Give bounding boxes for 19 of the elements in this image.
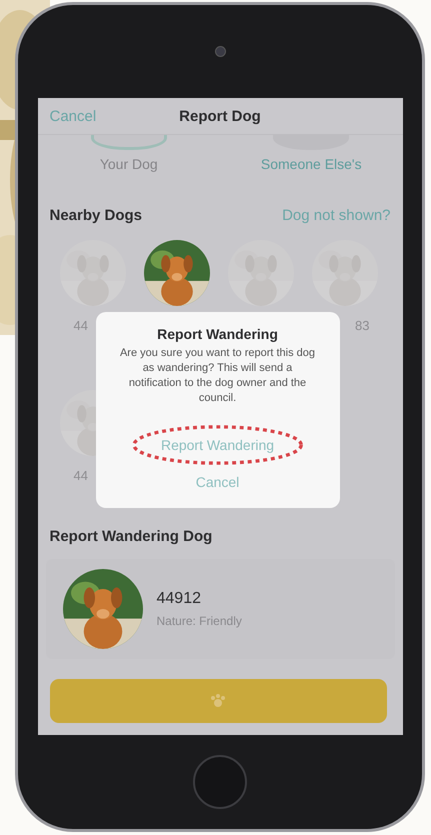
dog-number: 44 — [74, 468, 88, 483]
dialog-button[interactable]: Report Wandering — [130, 424, 304, 466]
section-title: Nearby Dogs — [50, 207, 142, 224]
dog-not-shown-link[interactable]: Dog not shown? — [282, 207, 390, 224]
dog-id: 44912 — [156, 590, 202, 608]
owner-option[interactable]: Someone Else's — [260, 156, 362, 172]
cancel-link[interactable]: Cancel — [50, 108, 96, 124]
camera-icon — [214, 46, 226, 57]
section-title: Report Wandering Dog — [50, 528, 212, 545]
dialog-title: Report Wandering — [157, 326, 278, 342]
dog-nature: Nature: Friendly — [156, 614, 242, 628]
submit-button[interactable] — [50, 679, 386, 723]
home-button[interactable] — [193, 755, 247, 809]
dialog-message: Are you sure you want to report this dog as wandering? This will send a notification to the dog owner and the council. — [118, 346, 316, 406]
owner-option[interactable]: Your Dog — [100, 156, 158, 172]
dog-number: 44 — [74, 318, 88, 333]
dog-number: 83 — [355, 318, 370, 333]
paw-icon — [210, 693, 226, 709]
screen-title: Report Dog — [179, 108, 261, 124]
